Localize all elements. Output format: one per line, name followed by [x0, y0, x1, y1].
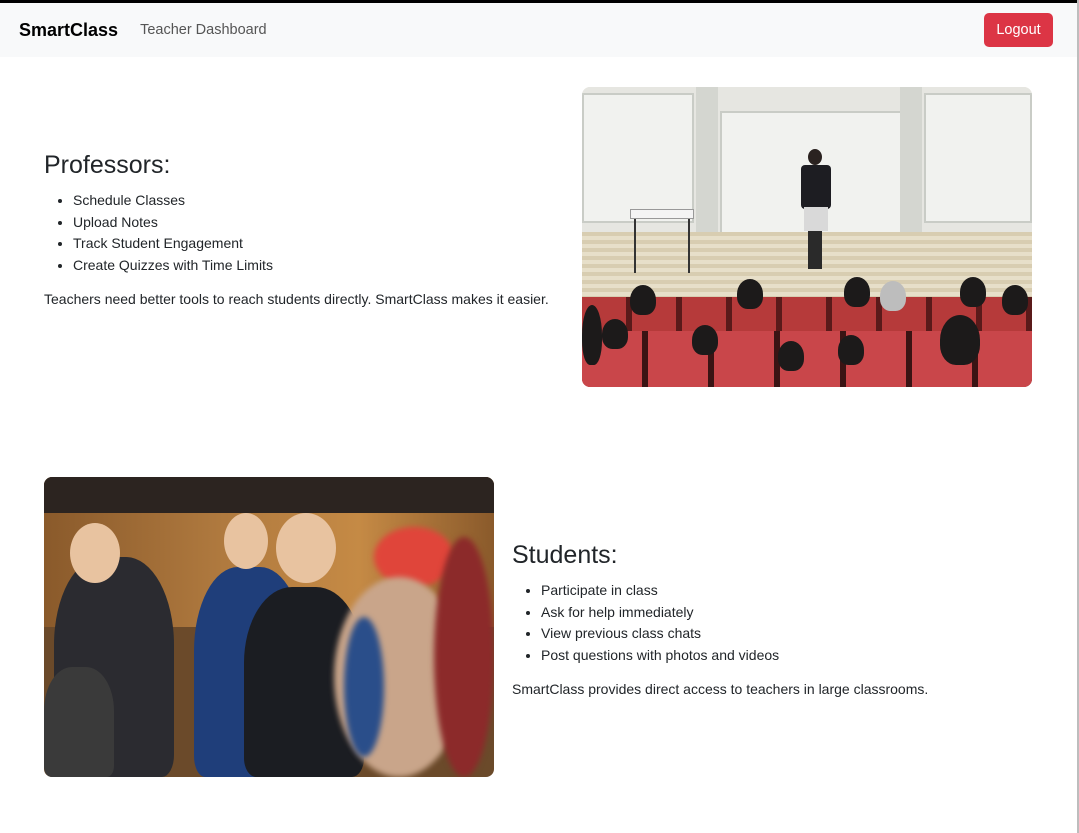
brand-logo[interactable]: SmartClass: [19, 20, 118, 41]
list-item: View previous class chats: [541, 623, 1032, 645]
students-audience-image: [44, 477, 494, 777]
students-description: SmartClass provides direct access to tea…: [512, 681, 929, 697]
list-item: Schedule Classes: [73, 190, 564, 212]
logout-button[interactable]: Logout: [984, 13, 1053, 47]
professors-section: Professors: Schedule Classes Upload Note…: [44, 151, 564, 307]
students-heading: Students:: [512, 541, 618, 569]
list-item: Upload Notes: [73, 212, 564, 234]
professors-description: Teachers need better tools to reach stud…: [44, 291, 549, 307]
lecture-hall-image: [582, 87, 1032, 387]
list-item: Post questions with photos and videos: [541, 645, 1032, 667]
navbar: SmartClass Teacher Dashboard Logout: [0, 3, 1077, 57]
list-item: Participate in class: [541, 580, 1032, 602]
professors-feature-list: Schedule Classes Upload Notes Track Stud…: [44, 190, 564, 276]
list-item: Track Student Engagement: [73, 233, 564, 255]
students-section: Students: Participate in class Ask for h…: [512, 541, 1032, 697]
professors-heading: Professors:: [44, 151, 171, 179]
list-item: Create Quizzes with Time Limits: [73, 255, 564, 277]
nav-link-teacher-dashboard[interactable]: Teacher Dashboard: [140, 22, 267, 38]
students-feature-list: Participate in class Ask for help immedi…: [512, 580, 1032, 666]
list-item: Ask for help immediately: [541, 602, 1032, 624]
